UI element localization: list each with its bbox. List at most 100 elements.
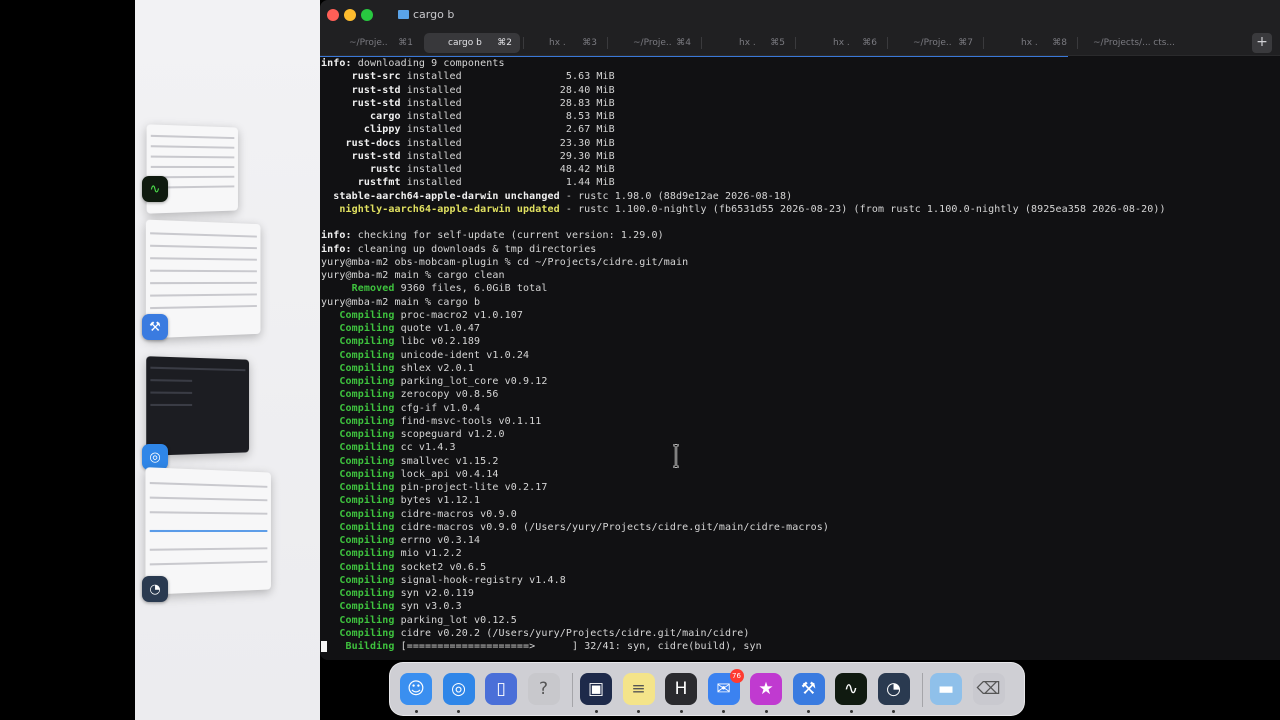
- dock: ☺ ◎ ▯? ▣ ≡ H ✉ 76 ★ ⚒ ∿ ◔ ▬ ⌫: [389, 662, 1025, 716]
- terminal-text: Compiling: [321, 495, 395, 507]
- terminal-line: Compiling signal-hook-registry v1.4.8: [321, 574, 566, 587]
- tab-1[interactable]: ~/Proje.. ⌘1: [325, 33, 421, 53]
- terminal-text: libc v0.2.189: [394, 336, 481, 348]
- terminal-icon[interactable]: ▣: [580, 673, 612, 705]
- terminal-text: Compiling: [321, 535, 395, 546]
- terminal-text: bytes v1.12.1: [394, 495, 481, 507]
- terminal-text: Compiling: [321, 336, 395, 348]
- tab-divider: [887, 37, 888, 49]
- tab-shortcut: ⌘8: [1052, 38, 1067, 48]
- terminal-line: Compiling mio v1.2.2: [321, 547, 462, 560]
- safari-icon[interactable]: ◎: [442, 673, 475, 705]
- terminal-text: Compiling: [321, 402, 395, 414]
- activity-monitor-icon[interactable]: ∿: [835, 673, 867, 705]
- tab-4[interactable]: ~/Proje.. ⌘4: [609, 33, 699, 53]
- terminal-text: socket2 v0.6.5: [394, 561, 487, 573]
- tab-label: hx .: [833, 38, 850, 48]
- tab-7[interactable]: ~/Proje.. ⌘7: [889, 33, 981, 53]
- terminal-line: Compiling cidre-macros v0.9.0: [321, 508, 517, 521]
- terminal-text: nightly-aarch64-apple-darwin updated: [321, 203, 560, 215]
- terminal-text: info:: [321, 58, 352, 69]
- terminal-line: yury@mba-m2 main % cargo b: [321, 296, 480, 309]
- running-indicator: [637, 710, 640, 713]
- terminal-text: signal-hook-registry v1.4.8: [394, 574, 566, 586]
- downloads-folder-icon[interactable]: ▬: [930, 673, 962, 705]
- trash-icon[interactable]: ⌫: [972, 673, 1005, 705]
- terminal-line: Compiling bytes v1.12.1: [321, 494, 480, 507]
- terminal-text: yury@mba-m2 main % cargo clean: [321, 270, 505, 281]
- window-title: cargo b: [398, 8, 454, 21]
- terminal-line: Compiling pin-project-lite v0.2.17: [321, 481, 547, 494]
- mail-icon[interactable]: ✉ 76: [707, 669, 744, 705]
- terminal-text: Compiling: [321, 521, 395, 533]
- stage-window-instruments[interactable]: [145, 467, 271, 595]
- running-indicator: [594, 710, 598, 713]
- terminal-output[interactable]: info: downloading 9 components rust-src …: [320, 57, 1280, 660]
- activity-monitor-icon[interactable]: ∿: [142, 176, 168, 202]
- itunes-store-icon[interactable]: ★: [750, 673, 782, 705]
- tab-9[interactable]: ~/Projects/... cts...: [1079, 33, 1199, 53]
- terminal-text: Compiling: [321, 309, 395, 321]
- terminal-text: checking for self-update (current versio…: [351, 230, 664, 242]
- tab-label: ~/Proje..: [633, 38, 672, 48]
- xcode-beta-icon[interactable]: ⚒: [142, 314, 168, 340]
- simulator-icon[interactable]: ▯: [485, 673, 517, 705]
- terminal-line: Compiling parking_lot_core v0.9.12: [321, 375, 547, 388]
- running-indicator: [457, 710, 460, 713]
- new-tab-button[interactable]: +: [1252, 33, 1272, 53]
- terminal-text: Compiling: [321, 415, 395, 427]
- tab-bar: ~/Proje.. ⌘1 cargo b ⌘2 hx . ⌘3 ~/Proje.…: [320, 30, 1280, 56]
- tab-2[interactable]: cargo b ⌘2: [424, 33, 520, 53]
- terminal-text: pin-project-lite v0.2.17: [394, 482, 548, 493]
- notification-badge: 76: [729, 669, 744, 683]
- tab-label: ~/Proje..: [349, 38, 388, 48]
- terminal-text: yury@mba-m2 main % cargo b: [321, 296, 481, 308]
- terminal-text: zerocopy v0.8.56: [394, 389, 499, 401]
- running-indicator: [679, 710, 683, 713]
- minimize-window-button[interactable]: [344, 9, 356, 21]
- title-bar[interactable]: cargo b: [320, 0, 1280, 30]
- help-icon[interactable]: ?: [527, 673, 560, 705]
- tab-label: hx .: [549, 38, 566, 48]
- text-cursor-icon: [673, 444, 679, 468]
- terminal-text: Compiling: [321, 601, 395, 613]
- terminal-text: Compiling: [321, 627, 395, 639]
- terminal-text: installed 2.67 MiB: [400, 124, 615, 136]
- terminal-text: Compiling: [321, 429, 395, 440]
- finder-icon[interactable]: ☺: [400, 673, 432, 705]
- tab-divider: [983, 37, 984, 49]
- tab-label: ~/Proje..: [913, 38, 952, 48]
- tab-5[interactable]: hx . ⌘5: [703, 33, 793, 53]
- terminal-text: rust-std: [321, 84, 401, 96]
- tab-shortcut: cts...: [1153, 38, 1175, 48]
- terminal-line: rust-std installed 28.83 MiB: [321, 97, 615, 110]
- tab-8[interactable]: hx . ⌘8: [985, 33, 1075, 53]
- terminal-line: Compiling zerocopy v0.8.56: [321, 388, 499, 401]
- close-window-button[interactable]: [327, 9, 339, 21]
- terminal-text: [====================> ] 32/41: syn, cid…: [394, 641, 762, 652]
- terminal-text: Compiling: [321, 561, 395, 573]
- tab-shortcut: ⌘6: [862, 38, 877, 48]
- terminal-text: Compiling: [321, 482, 395, 493]
- terminal-text: smallvec v1.15.2: [394, 455, 499, 467]
- notes-icon[interactable]: ≡: [622, 673, 655, 705]
- tab-label: cargo b: [448, 38, 482, 48]
- terminal-text: Compiling: [321, 389, 395, 401]
- tab-3[interactable]: hx . ⌘3: [525, 33, 605, 53]
- terminal-line: Compiling proc-macro2 v1.0.107: [321, 309, 523, 322]
- xcode-beta-icon[interactable]: ⚒: [792, 673, 825, 705]
- tab-label: hx .: [1021, 38, 1038, 48]
- terminal-text: shlex v2.0.1: [394, 362, 475, 374]
- tab-6[interactable]: hx . ⌘6: [797, 33, 885, 53]
- terminal-line: Compiling socket2 v0.6.5: [321, 561, 486, 574]
- instruments-beta-icon[interactable]: ◔: [877, 673, 910, 705]
- terminal-text: installed 1.44 MiB: [400, 177, 615, 189]
- safari-icon[interactable]: ◎: [142, 444, 168, 470]
- helix-icon[interactable]: H: [665, 673, 697, 705]
- stage-window-safari[interactable]: [146, 356, 250, 456]
- terminal-line: yury@mba-m2 obs-mobcam-plugin % cd ~/Pro…: [321, 256, 688, 269]
- terminal-text: yury@mba-m2 obs-mobcam-plugin % cd ~/Pro…: [321, 256, 689, 268]
- tab-shortcut: ⌘4: [676, 38, 691, 48]
- instruments-beta-icon[interactable]: ◔: [142, 576, 168, 602]
- zoom-window-button[interactable]: [361, 9, 373, 21]
